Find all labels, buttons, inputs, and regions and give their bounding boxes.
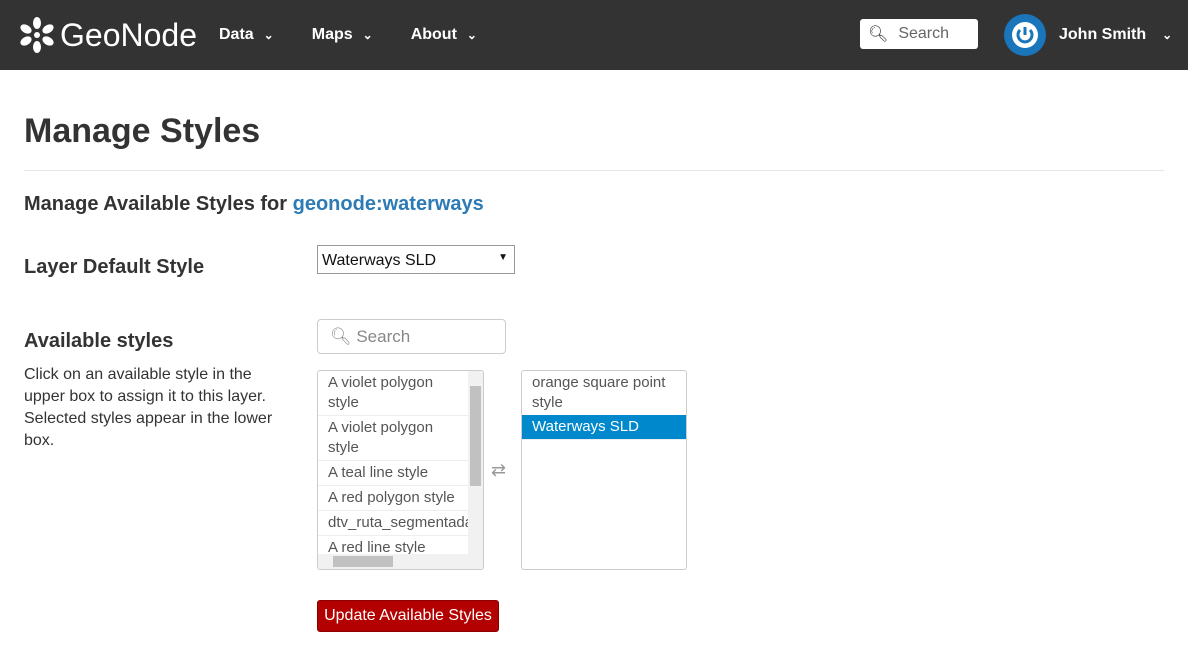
default-style-label: Layer Default Style (24, 256, 205, 278)
section-heading: Manage Available Styles for geonode:wate… (24, 193, 1164, 216)
chevron-down-icon: ⌄ (362, 28, 373, 42)
chevron-down-icon: ⌄ (1162, 28, 1173, 42)
user-name: John Smith (1059, 26, 1147, 43)
nav-about-label: About (410, 26, 457, 43)
user-menu[interactable]: John Smith ⌄ (1004, 14, 1172, 56)
list-item[interactable]: A red polygon style (318, 486, 470, 511)
nav-data-label: Data (218, 26, 254, 43)
caret-down-icon: ▼ (498, 252, 508, 263)
nav-search-input[interactable]: 🔍︎ Search (860, 19, 978, 49)
navbar: GeoNode Data ⌄ Maps ⌄ About ⌄ 🔍︎ Search John… (0, 0, 1188, 70)
brand-logo[interactable]: GeoNode (18, 16, 197, 54)
search-placeholder: Search (898, 25, 950, 42)
selected-styles-list[interactable]: orange square point style Waterways SLD (521, 370, 687, 570)
section-heading-text: Manage Available Styles for (24, 193, 293, 215)
update-styles-button[interactable]: Update Available Styles (317, 600, 499, 632)
layer-link[interactable]: geonode:waterways (293, 193, 484, 215)
page-title: Manage Styles (24, 114, 1164, 171)
available-styles-label: Available styles (24, 330, 174, 352)
default-style-value: Waterways SLD (322, 252, 437, 269)
chevron-down-icon: ⌄ (263, 28, 274, 42)
list-item[interactable]: A violet polygon style (318, 371, 470, 416)
vertical-scrollbar[interactable] (468, 371, 483, 554)
scrollbar-thumb[interactable] (470, 386, 481, 486)
nav-maps-label: Maps (311, 26, 353, 43)
nav-about[interactable]: About ⌄ (411, 26, 477, 44)
list-item[interactable]: dtv_ruta_segmentada_p (318, 511, 470, 536)
style-search-input[interactable]: 🔍︎ Search (317, 319, 506, 354)
avatar (1004, 14, 1046, 56)
list-item[interactable]: orange square point style (522, 371, 686, 415)
nav-data[interactable]: Data ⌄ (219, 26, 274, 44)
nav-maps[interactable]: Maps ⌄ (312, 26, 373, 44)
default-style-select[interactable]: Waterways SLD ▼ (317, 245, 515, 274)
search-icon: 🔍︎ (330, 327, 352, 346)
chevron-down-icon: ⌄ (466, 28, 477, 42)
list-item[interactable]: A teal line style (318, 461, 470, 486)
brand-name: GeoNode (60, 16, 197, 53)
list-item-selected[interactable]: Waterways SLD (522, 415, 686, 440)
help-text: Click on an available style in the upper… (24, 366, 273, 449)
list-item[interactable]: A violet polygon style (318, 416, 470, 461)
swap-arrows-icon: ⇄ (491, 460, 507, 480)
search-icon: 🔍︎ (868, 26, 889, 43)
available-styles-list[interactable]: A violet polygon style A violet polygon … (317, 370, 484, 570)
scrollbar-thumb[interactable] (333, 556, 393, 567)
geonode-logo-icon (20, 17, 54, 53)
horizontal-scrollbar[interactable] (318, 554, 483, 569)
search-placeholder: Search (356, 327, 411, 346)
